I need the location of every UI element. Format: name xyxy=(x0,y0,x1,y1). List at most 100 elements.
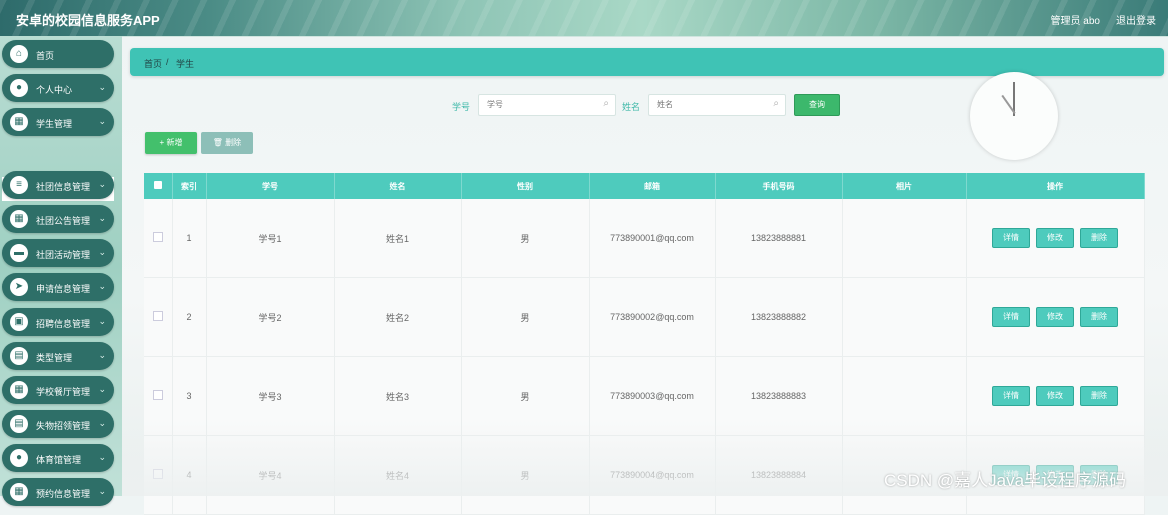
grid-icon: ▦ xyxy=(10,210,28,228)
sidebar-item-label: 招聘信息管理 xyxy=(36,319,91,329)
sidebar-item-0[interactable]: ⌂ 首页 xyxy=(2,40,114,68)
query-button[interactable]: 查询 xyxy=(794,94,840,116)
sidebar-item-2[interactable]: ▦ 学生管理 ⌄ xyxy=(2,108,114,136)
row-select-cell[interactable] xyxy=(144,199,173,278)
detail-button[interactable]: 详情 xyxy=(992,228,1030,248)
sidebar-item-12[interactable]: ▦ 预约信息管理 ⌄ xyxy=(2,478,114,506)
table-row: 2 学号2 姓名2 男 773890002@qq.com 13823888882 详情 修改删… xyxy=(144,277,1145,357)
detail-button[interactable]: 详情 xyxy=(992,386,1030,406)
search-icon: ⌕ xyxy=(773,98,779,109)
cell-no: 学号2 xyxy=(206,277,335,357)
sidebar-item-9[interactable]: ▦ 学校餐厅管理 ⌄ xyxy=(2,376,114,404)
chevron-down-icon: ⌄ xyxy=(98,384,106,394)
breadcrumb-current: 学生 xyxy=(176,59,195,69)
header-decoration xyxy=(0,0,1168,36)
delete-button[interactable]: 🗑 删除 xyxy=(201,132,253,154)
chevron-down-icon: ⌄ xyxy=(98,116,106,126)
edit-button[interactable]: 修改 xyxy=(1036,307,1074,327)
row-checkbox[interactable] xyxy=(152,232,163,242)
row-select-cell[interactable] xyxy=(144,356,173,436)
sidebar-item-7[interactable]: ▣ 招聘信息管理 ⌄ xyxy=(2,308,114,336)
remove-button[interactable]: 删除 xyxy=(1080,386,1118,406)
cell-email: 773890004@qq.com xyxy=(589,435,716,515)
breadcrumb-home[interactable]: 首页 xyxy=(144,57,162,70)
grid-icon: ▦ xyxy=(10,483,28,501)
cell-photo xyxy=(842,199,967,278)
select-all-header[interactable] xyxy=(144,173,173,199)
detail-button[interactable]: 详情 xyxy=(992,307,1030,327)
edit-button[interactable]: 修改 xyxy=(1036,386,1074,406)
name-label: 姓名 xyxy=(622,102,641,112)
sidebar-item-label: 社团活动管理 xyxy=(36,250,91,260)
sidebar-item-label: 预约信息管理 xyxy=(36,489,91,499)
cell-name: 姓名2 xyxy=(334,277,462,357)
edit-button[interactable]: 修改 xyxy=(1036,228,1074,248)
cell-email: 773890002@qq.com xyxy=(589,277,716,357)
chevron-down-icon: ⌄ xyxy=(98,247,106,257)
sidebar-item-label: 类型管理 xyxy=(36,353,73,363)
chevron-down-icon: ⌄ xyxy=(98,316,106,326)
sidebar-item-3[interactable]: ≡ 社团信息管理 ⌄ xyxy=(2,171,114,199)
chevron-down-icon: ⌄ xyxy=(98,418,106,428)
cell-gender: 男 xyxy=(461,199,590,278)
logout-link[interactable]: 退出登录 xyxy=(1116,12,1156,27)
remove-button[interactable]: 删除 xyxy=(1080,228,1118,248)
home-icon: ⌂ xyxy=(10,45,28,63)
breadcrumb-separator: / xyxy=(166,57,169,67)
cell-gender: 男 xyxy=(461,356,590,436)
user-icon: ● xyxy=(10,79,28,97)
sidebar-item-11[interactable]: ● 体育馆管理 ⌄ xyxy=(2,444,114,472)
name-input[interactable] xyxy=(649,95,767,113)
student-table: 索引 学号 姓名 性别 邮箱 手机号码 相片 操作 1 学号1 姓名1 男 773890001@qq.… xyxy=(144,173,1145,515)
send-icon: ➤ xyxy=(10,278,28,296)
sidebar-item-label: 失物招领管理 xyxy=(36,421,91,431)
cell-phone: 13823888883 xyxy=(715,356,843,436)
sidebar-item-4[interactable]: ▦ 社团公告管理 ⌄ xyxy=(2,205,114,233)
chevron-down-icon: ⌄ xyxy=(98,350,106,360)
sidebar-item-8[interactable]: ▤ 类型管理 ⌄ xyxy=(2,342,114,370)
admin-user-label: 管理员 abo xyxy=(1050,16,1100,27)
student-no-label: 学号 xyxy=(452,102,471,112)
column-header: 学号 xyxy=(206,173,335,199)
grid-icon: ▦ xyxy=(10,381,28,399)
cell-gender: 男 xyxy=(461,277,590,357)
row-checkbox[interactable] xyxy=(152,311,163,321)
sidebar-item-6[interactable]: ➤ 申请信息管理 ⌄ xyxy=(2,273,114,301)
table-row: 3 学号3 姓名3 男 773890003@qq.com 13823888883 详情 修改删… xyxy=(144,356,1145,436)
cell-actions: 详情 修改 删除 xyxy=(966,356,1145,436)
cell-no: 学号4 xyxy=(206,435,335,515)
column-header: 相片 xyxy=(842,173,967,199)
cell-no: 学号3 xyxy=(206,356,335,436)
sidebar-item-10[interactable]: ▤ 失物招领管理 ⌄ xyxy=(2,410,114,438)
sidebar: 学生 ⌂首页●个人中心⌄▦学生管理⌄≡社团信息管理⌄▦社团公告管理⌄▬社团活动管… xyxy=(0,36,122,506)
cell-gender: 男 xyxy=(461,435,590,515)
row-select-cell[interactable] xyxy=(144,277,173,357)
cell-photo xyxy=(842,356,967,436)
column-header: 邮箱 xyxy=(589,173,716,199)
row-select-cell[interactable] xyxy=(144,435,173,515)
cell-index: 3 xyxy=(172,356,207,436)
sidebar-item-1[interactable]: ● 个人中心 ⌄ xyxy=(2,74,114,102)
sidebar-item-label: 首页 xyxy=(36,51,55,61)
row-checkbox[interactable] xyxy=(152,469,163,479)
student-no-input[interactable] xyxy=(479,95,597,113)
grid-icon: ▦ xyxy=(10,113,28,131)
bag-icon: ▣ xyxy=(10,313,28,331)
remove-button[interactable]: 删除 xyxy=(1080,307,1118,327)
select-all-checkbox[interactable] xyxy=(153,181,162,189)
cell-phone: 13823888881 xyxy=(715,199,843,278)
cell-index: 4 xyxy=(172,435,207,515)
sidebar-item-5[interactable]: ▬ 社团活动管理 ⌄ xyxy=(2,239,114,267)
sidebar-item-label: 社团信息管理 xyxy=(36,182,91,192)
sidebar-item-label: 申请信息管理 xyxy=(36,284,91,294)
cell-email: 773890001@qq.com xyxy=(589,199,716,278)
sidebar-item-label: 社团公告管理 xyxy=(36,216,91,226)
add-button[interactable]: + 新增 xyxy=(145,132,197,154)
chevron-down-icon: ⌄ xyxy=(98,213,106,223)
name-field[interactable]: ⌕ xyxy=(648,94,786,116)
cell-name: 姓名3 xyxy=(334,356,462,436)
column-header: 性别 xyxy=(461,173,590,199)
cell-phone: 13823888882 xyxy=(715,277,843,357)
row-checkbox[interactable] xyxy=(152,390,163,400)
student-no-field[interactable]: ⌕ xyxy=(478,94,616,116)
